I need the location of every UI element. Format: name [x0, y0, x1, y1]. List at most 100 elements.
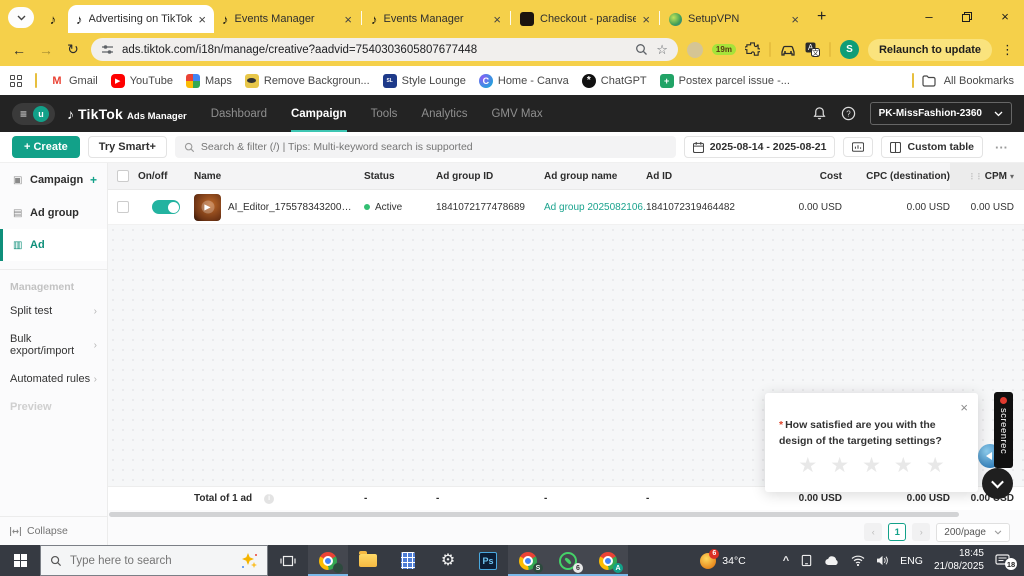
- user-avatar[interactable]: u: [33, 105, 50, 122]
- bookmark-chatgpt[interactable]: * ChatGPT: [581, 73, 647, 88]
- page-size-select[interactable]: 200/page: [936, 522, 1010, 542]
- report-button[interactable]: [843, 137, 874, 157]
- col-ad-id[interactable]: Ad ID: [646, 171, 764, 182]
- profile-avatar[interactable]: S: [839, 40, 859, 59]
- select-all-checkbox[interactable]: [117, 170, 129, 182]
- wifi-icon[interactable]: [851, 555, 865, 566]
- taskbar-whatsapp[interactable]: 6: [548, 545, 588, 576]
- start-button[interactable]: [0, 545, 40, 576]
- nav-gmv-max[interactable]: GMV Max: [491, 95, 542, 132]
- prev-page-button[interactable]: ‹: [864, 523, 883, 541]
- all-bookmarks[interactable]: All Bookmarks: [911, 73, 1014, 88]
- hamburger-icon[interactable]: ≡: [20, 108, 27, 120]
- table-row[interactable]: AI_Editor_1755783432009_2025-08-21 18:..…: [108, 190, 1024, 225]
- app-menu-pill[interactable]: ≡ u: [12, 102, 56, 125]
- language-indicator[interactable]: ENG: [900, 555, 923, 567]
- taskbar-photoshop[interactable]: Ps: [468, 545, 508, 576]
- url-text[interactable]: ads.tiktok.com/i18n/manage/creative?aadv…: [122, 44, 627, 56]
- search-input[interactable]: [200, 141, 667, 153]
- taskbar-chrome-1[interactable]: [308, 545, 348, 576]
- task-view-button[interactable]: [268, 545, 308, 576]
- taskbar-chrome-2[interactable]: S: [508, 545, 548, 576]
- forward-button[interactable]: →: [37, 42, 55, 58]
- custom-table-button[interactable]: Custom table: [881, 136, 983, 158]
- tab-events-manager-2[interactable]: ♪ Events Manager ×: [363, 5, 509, 33]
- notification-center-button[interactable]: 18: [995, 554, 1017, 570]
- col-onoff[interactable]: On/off: [138, 171, 194, 182]
- account-selector[interactable]: PK-MissFashion-2360: [869, 102, 1012, 125]
- col-status[interactable]: Status: [364, 171, 436, 182]
- sidebar-item-automated-rules[interactable]: Automated rules ›: [0, 365, 107, 393]
- zoom-icon[interactable]: [635, 43, 648, 56]
- tab-events-manager-1[interactable]: ♪ Events Manager ×: [214, 5, 360, 33]
- ad-video-thumbnail[interactable]: [194, 193, 221, 221]
- sidebar-item-ad[interactable]: ▥ Ad: [0, 229, 107, 261]
- sidebar-item-ad-group[interactable]: ▤ Ad group: [0, 197, 107, 229]
- bookmark-canva[interactable]: C Home - Canva: [478, 73, 569, 88]
- address-bar[interactable]: ads.tiktok.com/i18n/manage/creative?aadv…: [91, 38, 678, 61]
- taskbar-settings[interactable]: ⚙: [428, 545, 468, 576]
- search-filter-box[interactable]: [174, 136, 676, 158]
- close-icon[interactable]: ×: [344, 13, 352, 26]
- apps-grid-icon[interactable]: [10, 74, 22, 87]
- nav-analytics[interactable]: Analytics: [421, 95, 467, 132]
- back-button[interactable]: ←: [10, 42, 28, 58]
- bookmark-gmail[interactable]: M Gmail: [50, 73, 98, 88]
- sidebar-item-bulk-export-import[interactable]: Bulk export/import ›: [0, 325, 107, 365]
- add-campaign-icon[interactable]: +: [90, 173, 97, 187]
- col-cost[interactable]: Cost: [764, 171, 842, 182]
- nav-dashboard[interactable]: Dashboard: [211, 95, 267, 132]
- relaunch-button[interactable]: Relaunch to update: [867, 38, 992, 61]
- info-icon[interactable]: i: [264, 493, 275, 504]
- ad-name[interactable]: AI_Editor_1755783432009_2025-08-21 18:..…: [228, 202, 356, 213]
- car-extension-icon[interactable]: [780, 43, 796, 57]
- pinned-tab-tiktok[interactable]: ♪: [38, 6, 68, 32]
- col-name[interactable]: Name: [194, 171, 364, 182]
- bookmark-style-lounge[interactable]: SL Style Lounge: [382, 73, 466, 88]
- bookmark-postex[interactable]: + Postex parcel issue -...: [659, 73, 790, 88]
- star-icon[interactable]: ★: [798, 455, 817, 476]
- try-smart-button[interactable]: Try Smart+: [87, 136, 167, 158]
- site-settings-icon[interactable]: [101, 43, 114, 56]
- translate-icon[interactable]: A文: [805, 42, 820, 57]
- ad-group-name-link[interactable]: Ad group 2025082106...: [544, 202, 646, 213]
- current-page[interactable]: 1: [888, 523, 907, 541]
- device-icon[interactable]: [800, 554, 813, 567]
- tab-checkout[interactable]: Checkout - paradisecoll ×: [512, 5, 658, 33]
- nav-tools[interactable]: Tools: [371, 95, 398, 132]
- drag-handle-icon[interactable]: ⋮⋮: [968, 172, 983, 181]
- tray-expand-icon[interactable]: ^: [783, 555, 789, 567]
- minimize-button[interactable]: –: [910, 0, 948, 33]
- date-range-picker[interactable]: 2025-08-14 - 2025-08-21: [683, 136, 836, 158]
- sidebar-item-split-test[interactable]: Split test ›: [0, 297, 107, 325]
- nav-campaign[interactable]: Campaign: [290, 95, 347, 132]
- help-icon[interactable]: ?: [841, 106, 856, 121]
- tab-search-button[interactable]: [8, 7, 34, 28]
- col-cpc-destination[interactable]: CPC (destination): [842, 171, 950, 182]
- restore-button[interactable]: [948, 0, 986, 33]
- star-icon[interactable]: ★: [926, 455, 945, 476]
- taskbar-calculator[interactable]: [388, 545, 428, 576]
- close-icon[interactable]: ×: [642, 13, 650, 26]
- screenrec-tab[interactable]: screenrec: [994, 392, 1013, 468]
- browser-menu-icon[interactable]: ⋮: [1001, 42, 1014, 58]
- taskbar-chrome-3[interactable]: A: [588, 545, 628, 576]
- collapse-sidebar-button[interactable]: Collapse: [0, 516, 107, 545]
- sort-caret-icon[interactable]: ▾: [1010, 172, 1014, 181]
- extension-disabled-icon[interactable]: [686, 41, 703, 58]
- vpn-timer-badge[interactable]: 19m: [711, 44, 736, 55]
- bookmark-maps[interactable]: Maps: [185, 73, 232, 88]
- taskbar-search[interactable]: [40, 545, 268, 576]
- col-ad-group-name[interactable]: Ad group name: [544, 171, 646, 182]
- ad-toggle-on[interactable]: [152, 200, 180, 214]
- more-options-icon[interactable]: ···: [991, 140, 1012, 155]
- next-page-button[interactable]: ›: [912, 523, 931, 541]
- star-icon[interactable]: ★: [862, 455, 881, 476]
- volume-icon[interactable]: [876, 555, 889, 566]
- row-checkbox[interactable]: [117, 201, 129, 213]
- bookmark-remove-background[interactable]: Remove Backgroun...: [244, 73, 370, 88]
- extensions-puzzle-icon[interactable]: [744, 42, 760, 57]
- tab-advertising-on-tiktok[interactable]: ♪ Advertising on TikTok | ×: [68, 5, 214, 33]
- taskbar-file-explorer[interactable]: [348, 545, 388, 576]
- star-icon[interactable]: ★: [830, 455, 849, 476]
